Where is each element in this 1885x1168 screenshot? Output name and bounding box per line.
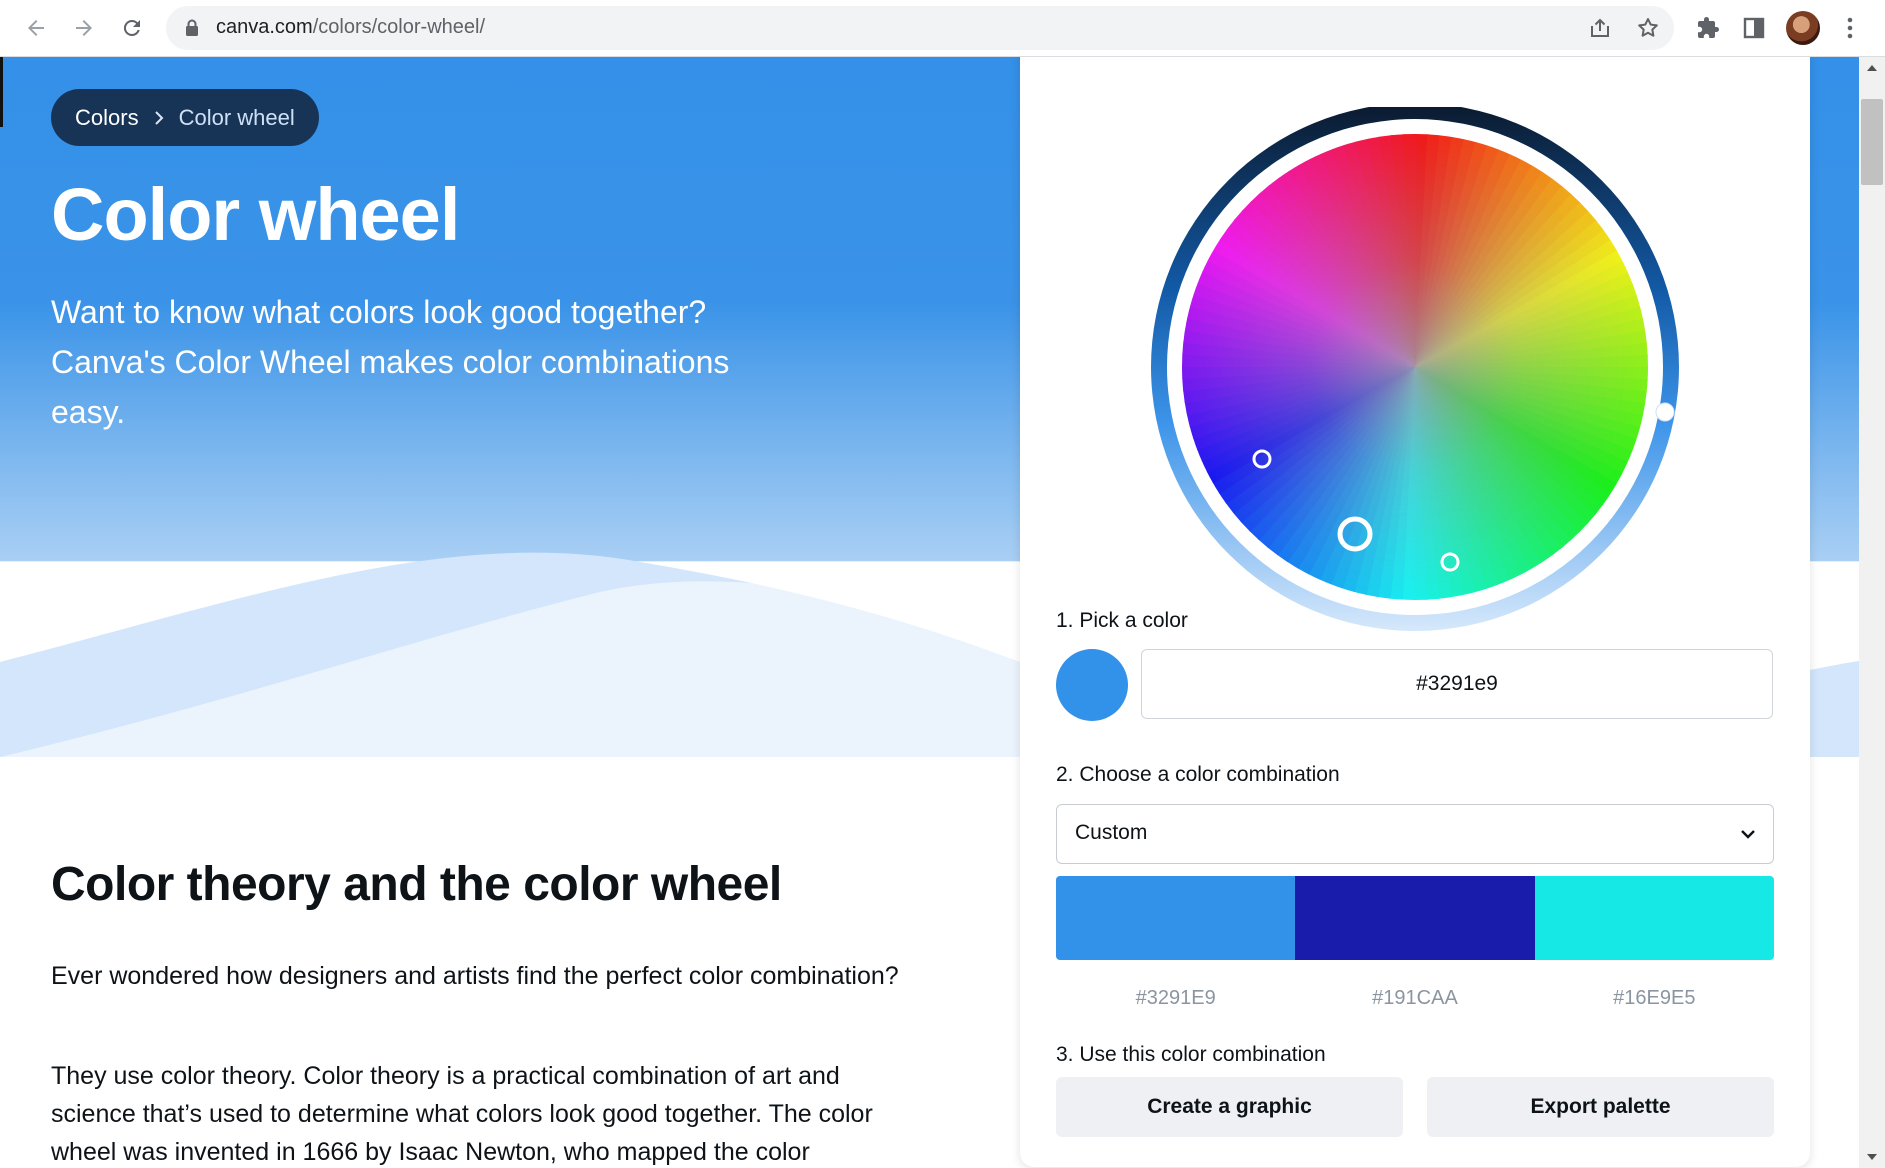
breadcrumb: Colors Color wheel [51, 89, 319, 146]
side-panel-icon [1743, 17, 1765, 39]
lock-icon [186, 19, 198, 36]
hex-color-input[interactable]: #3291e9 [1141, 649, 1773, 719]
page-title: Color wheel [51, 173, 460, 256]
step1-label: 1. Pick a color [1056, 609, 1188, 632]
scrollbar-thumb[interactable] [1861, 99, 1883, 185]
extensions-puzzle-icon [1698, 17, 1719, 38]
page-viewport: Colors Color wheel Color wheel Want to k… [0, 57, 1859, 1168]
body-paragraph-2: They use color theory. Color theory is a… [51, 1062, 873, 1166]
palette-swatch-3[interactable] [1534, 876, 1774, 960]
color-wheel-tool: 1. Pick a color #3291e9 2. Choose a colo… [1020, 57, 1810, 1167]
forward-arrow-icon [76, 20, 92, 36]
step2-label: 2. Choose a color combination [1056, 763, 1340, 786]
star-icon [1638, 18, 1658, 37]
create-graphic-button[interactable]: Create a graphic [1056, 1077, 1403, 1137]
profile-avatar[interactable] [1786, 11, 1820, 45]
url-text: canva.com/colors/color-wheel/ [216, 16, 485, 39]
section-title: Color theory and the color wheel [51, 858, 782, 911]
palette-swatch-2[interactable] [1295, 876, 1535, 960]
palette-hex-3[interactable]: #16E9E5 [1535, 987, 1774, 1010]
combination-value: Custom [1075, 821, 1148, 844]
share-button[interactable] [1586, 14, 1614, 42]
share-icon [1591, 18, 1609, 37]
picked-color-swatch[interactable] [1056, 649, 1128, 721]
address-bar[interactable]: canva.com/colors/color-wheel/ [166, 6, 1674, 50]
chevron-right-icon [154, 110, 163, 125]
combination-select[interactable]: Custom [1056, 804, 1774, 864]
reload-icon [123, 19, 140, 36]
menu-kebab-icon [1847, 17, 1853, 39]
scroll-up-arrow-icon[interactable] [1867, 65, 1877, 71]
ring-handle[interactable] [1655, 402, 1675, 422]
breadcrumb-link-colors[interactable]: Colors [75, 105, 139, 131]
body-paragraph-1: Ever wondered how designers and artists … [51, 962, 899, 990]
scroll-down-arrow-icon[interactable] [1867, 1154, 1877, 1160]
left-edge-shadow [0, 57, 3, 127]
color-wheel[interactable] [1150, 107, 1680, 642]
palette-hex-codes: #3291E9 #191CAA #16E9E5 [1056, 987, 1774, 1010]
reload-button[interactable] [112, 8, 152, 48]
url-host: canva.com [216, 16, 313, 38]
chevron-down-icon [1741, 830, 1755, 839]
palette-hex-2[interactable]: #191CAA [1295, 987, 1534, 1010]
browser-menu-button[interactable] [1832, 10, 1868, 46]
extensions-button[interactable] [1690, 10, 1726, 46]
palette-hex-1[interactable]: #3291E9 [1056, 987, 1295, 1010]
step3-label: 3. Use this color combination [1056, 1043, 1326, 1066]
page-subtitle: Want to know what colors look good toget… [51, 294, 730, 430]
export-palette-button[interactable]: Export palette [1427, 1077, 1774, 1137]
bookmark-button[interactable] [1634, 14, 1662, 42]
back-arrow-icon [28, 20, 44, 36]
back-button[interactable] [16, 8, 56, 48]
side-panel-button[interactable] [1736, 10, 1772, 46]
page-scrollbar[interactable] [1859, 57, 1885, 1168]
browser-toolbar: canva.com/colors/color-wheel/ [0, 0, 1885, 57]
forward-button[interactable] [64, 8, 104, 48]
url-path: /colors/color-wheel/ [312, 16, 486, 38]
breadcrumb-current: Color wheel [178, 104, 295, 130]
palette-swatch-1[interactable] [1056, 876, 1296, 960]
palette-swatches [1056, 876, 1774, 960]
